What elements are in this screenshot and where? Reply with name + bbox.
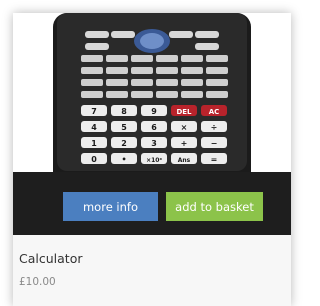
key-label: ÷ — [211, 123, 218, 132]
key-label: ×10ˣ — [146, 157, 162, 164]
key-label: 4 — [91, 123, 97, 132]
more-info-button[interactable]: more info — [63, 192, 158, 221]
key-label: − — [211, 139, 218, 148]
key-label: 9 — [151, 107, 157, 116]
key-label: 6 — [151, 123, 157, 132]
key-label: 1 — [91, 139, 97, 148]
key-label: AC — [209, 108, 220, 116]
key-label: 7 — [91, 107, 97, 116]
key-label: 5 — [121, 123, 127, 132]
key-label: + — [181, 139, 188, 148]
key-label: 8 — [121, 107, 127, 116]
add-to-basket-button[interactable]: add to basket — [166, 192, 263, 221]
key-label: = — [211, 155, 218, 164]
product-price: £10.00 — [19, 276, 56, 288]
product-title[interactable]: Calculator — [19, 251, 82, 266]
product-card: 7 8 9 4 5 6 × ÷ 1 2 3 + − 0 • ×10ˣ Ans =… — [13, 13, 291, 306]
key-label: 0 — [91, 155, 97, 164]
key-label: 2 — [121, 139, 127, 148]
key-label: × — [181, 123, 188, 132]
key-label: DEL — [176, 108, 192, 116]
key-label: Ans — [178, 157, 191, 164]
key-label: • — [121, 155, 126, 164]
key-label: 3 — [151, 139, 157, 148]
